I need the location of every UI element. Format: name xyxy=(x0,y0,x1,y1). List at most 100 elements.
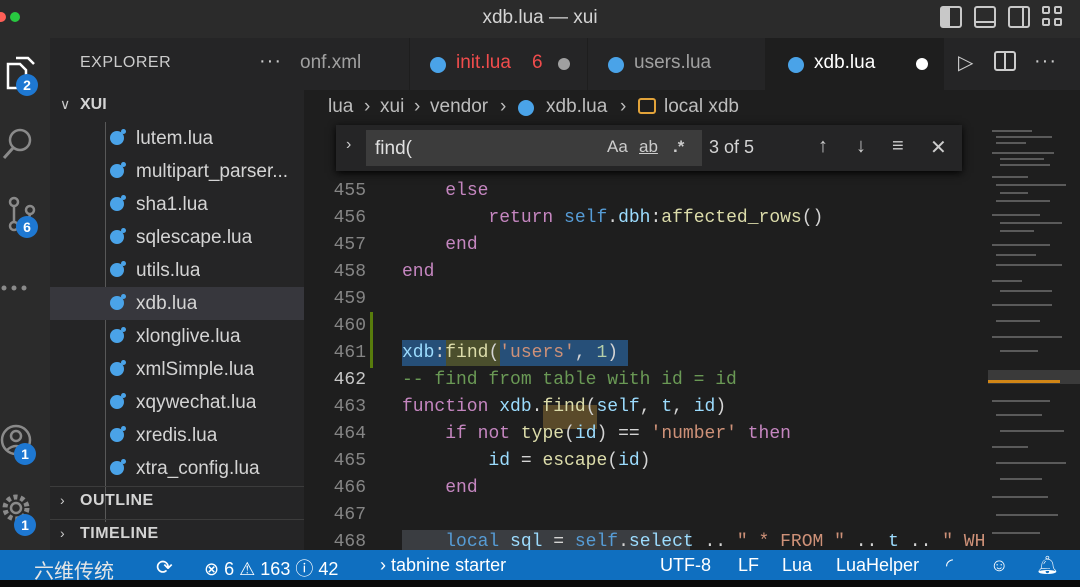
chevron-right-icon: › xyxy=(60,492,65,508)
code-line: id = escape(id) xyxy=(488,451,651,471)
tab-config-xml[interactable]: onf.xml xyxy=(300,38,410,90)
file-name: xlonglive.lua xyxy=(136,326,241,347)
feedback-icon[interactable]: ☺ xyxy=(990,555,1008,576)
file-item[interactable]: lutem.lua xyxy=(50,122,304,155)
info-icon: ⓘ xyxy=(295,559,314,579)
code-line: return self.dbh:affected_rows() xyxy=(488,208,824,228)
lua-file-icon xyxy=(110,426,126,442)
encoding-status[interactable]: UTF-8 xyxy=(660,555,711,576)
file-item-active[interactable]: xdb.lua xyxy=(50,287,304,320)
unsaved-dot-icon[interactable] xyxy=(558,58,570,70)
toggle-secondary-sidebar-icon[interactable] xyxy=(1008,6,1030,28)
find-query: find( xyxy=(375,138,412,159)
whole-word-toggle[interactable]: ab xyxy=(639,137,658,157)
code-editor[interactable]: 4 455 else 456 return self.dbh:affected_… xyxy=(304,124,988,550)
more-views-icon[interactable] xyxy=(0,264,50,314)
toggle-sidebar-icon[interactable] xyxy=(940,6,962,28)
copilot-icon[interactable]: ◜ xyxy=(946,555,953,576)
lua-file-icon xyxy=(110,360,126,376)
layout-controls xyxy=(940,6,1064,28)
file-name: xdb.lua xyxy=(136,293,198,314)
tabnine-icon: › xyxy=(380,555,386,575)
timeline-section[interactable]: › TIMELINE xyxy=(50,519,304,549)
tab-label: init.lua xyxy=(456,52,511,73)
next-match-arrow-down-icon[interactable]: ↓ xyxy=(856,135,866,158)
outline-label: OUTLINE xyxy=(80,492,154,509)
file-name: xmlSimple.lua xyxy=(136,359,255,380)
lua-file-icon xyxy=(110,459,126,475)
line-number: 456 xyxy=(333,208,366,228)
outline-section[interactable]: › OUTLINE xyxy=(50,486,304,516)
line-number: 455 xyxy=(333,181,366,201)
language-status[interactable]: Lua xyxy=(782,555,812,576)
accounts-icon[interactable]: 1 xyxy=(0,418,50,468)
editor-more-icon[interactable]: ··· xyxy=(1034,50,1057,73)
previous-match-arrow-up-icon[interactable]: ↑ xyxy=(818,135,828,158)
minimap[interactable] xyxy=(988,124,1080,550)
unsaved-dot-icon[interactable] xyxy=(916,58,928,70)
code-line: end xyxy=(402,262,435,282)
file-item[interactable]: xtra_config.lua xyxy=(50,452,304,485)
file-name: xredis.lua xyxy=(136,425,218,446)
search-icon[interactable] xyxy=(0,120,50,170)
settings-gear-icon[interactable]: 1 xyxy=(0,488,50,538)
file-item[interactable]: utils.lua xyxy=(50,254,304,287)
file-name: multipart_parser... xyxy=(136,161,289,182)
tab-init-lua[interactable]: init.lua 6 xyxy=(410,38,588,90)
file-item[interactable]: multipart_parser... xyxy=(50,155,304,188)
line-number: 458 xyxy=(333,262,366,282)
toggle-panel-icon[interactable] xyxy=(974,6,996,28)
activity-bar: 2 6 1 1 xyxy=(0,38,50,550)
match-case-toggle[interactable]: Aa xyxy=(607,137,628,157)
file-item[interactable]: sqlescape.lua xyxy=(50,221,304,254)
sync-icon[interactable]: ⟳ xyxy=(156,555,173,580)
code-line: xdb:find('users', 1) xyxy=(402,343,619,363)
breadcrumb-item[interactable]: vendor xyxy=(430,96,488,118)
explorer-more-actions-icon[interactable]: ··· xyxy=(259,50,282,73)
symbol-variable-icon xyxy=(638,98,656,114)
warning-count: 163 xyxy=(260,559,291,579)
regex-toggle[interactable]: .* xyxy=(673,137,684,157)
luahelper-status[interactable]: LuaHelper xyxy=(836,555,919,576)
file-item[interactable]: xredis.lua xyxy=(50,419,304,452)
source-control-icon[interactable]: 6 xyxy=(0,190,50,240)
explorer-icon[interactable]: 2 xyxy=(0,50,50,100)
file-item[interactable]: sha1.lua xyxy=(50,188,304,221)
run-icon[interactable]: ▷ xyxy=(958,50,973,75)
breadcrumb-item[interactable]: local xdb xyxy=(664,96,739,118)
file-name: utils.lua xyxy=(136,260,201,281)
lua-file-icon xyxy=(110,228,126,244)
find-input[interactable]: find( Aa ab .* xyxy=(366,130,702,166)
eol-status[interactable]: LF xyxy=(738,555,759,576)
split-editor-icon[interactable] xyxy=(994,50,1016,78)
notifications-bell-icon[interactable]: 🔔︎ xyxy=(1036,555,1059,576)
folder-root[interactable]: ∨ XUI xyxy=(50,93,304,119)
lua-file-icon xyxy=(110,129,126,145)
lua-file-icon xyxy=(788,57,804,73)
line-number: 457 xyxy=(333,235,366,255)
line-number: 463 xyxy=(333,397,366,417)
tab-users-lua[interactable]: users.lua xyxy=(588,38,766,90)
code-line: function xdb.find(self, t, id) xyxy=(402,397,727,417)
toggle-replace-chevron-icon[interactable]: › xyxy=(346,136,351,154)
tabnine-status[interactable]: › tabnine starter xyxy=(380,555,506,576)
line-number: 465 xyxy=(333,451,366,471)
close-find-icon[interactable]: ✕ xyxy=(930,135,947,160)
file-item[interactable]: xlonglive.lua xyxy=(50,320,304,353)
problems-status[interactable]: ⊗ 6 ⚠ 163 ⓘ 42 xyxy=(204,555,338,581)
tab-xdb-lua[interactable]: xdb.lua xyxy=(766,38,944,90)
file-item[interactable]: xqywechat.lua xyxy=(50,386,304,419)
breadcrumb-chevron-icon: › xyxy=(414,96,421,117)
breadcrumb-item[interactable]: xui xyxy=(380,96,404,118)
find-in-selection-icon[interactable]: ≡ xyxy=(892,135,904,158)
file-list: lutem.lua multipart_parser... sha1.lua s… xyxy=(50,122,304,485)
breadcrumb-item[interactable]: lua xyxy=(328,96,353,118)
lua-file-icon xyxy=(110,261,126,277)
source-control-badge: 6 xyxy=(16,216,38,238)
file-item[interactable]: xmlSimple.lua xyxy=(50,353,304,386)
error-count: 6 xyxy=(224,559,235,579)
breadcrumb-item[interactable]: xdb.lua xyxy=(546,96,607,118)
status-bar: 六维传统 ⟳ ⊗ 6 ⚠ 163 ⓘ 42 › tabnine starter … xyxy=(0,550,1080,583)
lua-file-icon xyxy=(518,100,534,116)
customize-layout-icon[interactable] xyxy=(1042,6,1064,28)
